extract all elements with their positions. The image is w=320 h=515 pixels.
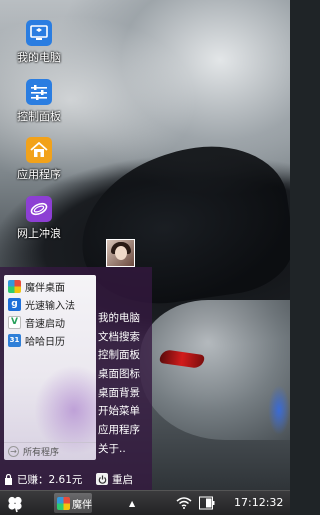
clover-start-icon[interactable] — [6, 495, 24, 513]
battery-icon[interactable] — [199, 496, 215, 510]
all-programs-button[interactable]: → 所有程序 — [4, 442, 96, 460]
earnings-display[interactable]: 已赚：2.61元 — [0, 472, 96, 487]
launcher-icon: V — [8, 315, 21, 329]
start-menu-footer: 已赚：2.61元 重启 — [0, 468, 152, 490]
desktop-icon-my-computer[interactable]: 我的电脑 — [10, 20, 68, 65]
moban-icon — [57, 496, 70, 510]
menu-item-desktop-background[interactable]: 桌面背景 — [98, 385, 150, 404]
start-menu-app-ime[interactable]: g 光速输入法 — [4, 295, 96, 313]
desktop-icon-label: 网上冲浪 — [17, 227, 61, 240]
moban-icon — [8, 279, 21, 293]
tray-expand-icon[interactable]: ▲ — [129, 499, 135, 508]
restart-button[interactable]: 重启 — [96, 472, 133, 487]
control-panel-icon — [26, 79, 52, 105]
taskbar: 魔伴 ▲ 17:12:32 — [0, 490, 290, 515]
menu-item-apps[interactable]: 应用程序 — [98, 422, 150, 441]
desktop-icon-label: 我的电脑 — [17, 51, 61, 64]
app-label: 光速输入法 — [25, 300, 75, 312]
computer-icon — [26, 20, 52, 46]
menu-item-doc-search[interactable]: 文档搜索 — [98, 329, 150, 348]
user-avatar[interactable] — [106, 239, 135, 267]
menu-item-desktop-icons[interactable]: 桌面图标 — [98, 366, 150, 385]
app-label: 哈哈日历 — [25, 336, 65, 348]
taskbar-app-label: 魔伴 — [72, 499, 92, 511]
wallpaper-blue-glow — [268, 385, 290, 435]
calendar-icon: 31 — [8, 333, 21, 347]
desktop-icon-label: 控制面板 — [17, 110, 61, 123]
desktop-icon-control-panel[interactable]: 控制面板 — [10, 79, 68, 124]
app-label: 魔伴桌面 — [25, 282, 65, 294]
earnings-text: 已赚：2.61元 — [17, 473, 83, 486]
start-menu-app-moban[interactable]: 魔伴桌面 — [4, 277, 96, 295]
desktop-icon-web-surf[interactable]: 网上冲浪 — [10, 196, 68, 241]
home-apps-icon — [26, 137, 52, 163]
wallet-icon — [5, 473, 12, 485]
all-programs-label: 所有程序 — [23, 448, 60, 458]
start-menu-app-calendar[interactable]: 31 哈哈日历 — [4, 331, 96, 349]
taskbar-clock[interactable]: 17:12:32 — [234, 496, 283, 509]
start-menu-shortcuts: 我的电脑 文档搜索 控制面板 桌面图标 桌面背景 开始菜单 应用程序 关于.. — [98, 310, 150, 460]
ime-icon: g — [8, 297, 21, 311]
menu-item-about[interactable]: 关于.. — [98, 441, 150, 460]
menu-item-my-computer[interactable]: 我的电脑 — [98, 310, 150, 329]
start-menu-app-list: 魔伴桌面 g 光速输入法 V 音速启动 31 哈哈日历 → 所有程序 — [4, 275, 96, 460]
arrow-right-icon: → — [8, 446, 19, 457]
app-label: 音速启动 — [25, 318, 65, 330]
start-menu-app-launcher[interactable]: V 音速启动 — [4, 313, 96, 331]
menu-item-start-menu[interactable]: 开始菜单 — [98, 403, 150, 422]
globe-browser-icon — [26, 196, 52, 222]
desktop-icon-apps[interactable]: 应用程序 — [10, 137, 68, 182]
restart-label: 重启 — [112, 473, 133, 486]
taskbar-app-moban[interactable]: 魔伴 — [54, 493, 92, 513]
power-icon — [96, 473, 108, 485]
wifi-icon[interactable] — [176, 497, 192, 509]
menu-item-control-panel[interactable]: 控制面板 — [98, 347, 150, 366]
desktop-icon-label: 应用程序 — [17, 168, 61, 181]
avatar-face — [115, 246, 127, 260]
